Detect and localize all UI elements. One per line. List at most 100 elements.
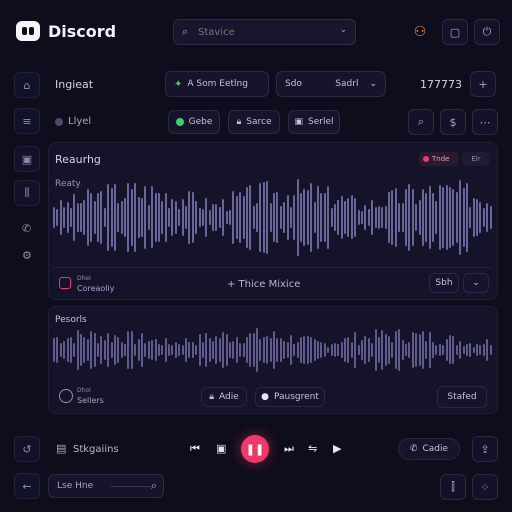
chart-icon[interactable]: ⫼ bbox=[14, 180, 40, 206]
waveform-two[interactable] bbox=[53, 325, 493, 375]
counter-value: 177773 bbox=[420, 78, 462, 91]
add-mix-link[interactable]: + Thice Mixice bbox=[227, 279, 300, 290]
waveform-bar bbox=[428, 185, 431, 250]
waveform-bar bbox=[438, 344, 441, 356]
history-icon[interactable]: ↺ bbox=[14, 436, 40, 462]
waveform-bar bbox=[117, 336, 120, 364]
skip-back-icon[interactable]: ⏮ bbox=[190, 442, 200, 456]
text-format-button[interactable]: ⫿ bbox=[440, 474, 466, 500]
home-icon[interactable]: ⌂ bbox=[14, 72, 40, 98]
waveform-bar bbox=[489, 206, 492, 229]
panel-two-right-button[interactable]: Stafed bbox=[437, 386, 487, 408]
waveform-bar bbox=[377, 337, 380, 363]
footer-input[interactable]: Lse Hne ⌕ bbox=[48, 474, 164, 498]
share-button[interactable]: ⇪ bbox=[472, 436, 498, 462]
waveform-bar bbox=[259, 183, 262, 252]
add-button[interactable]: + bbox=[470, 71, 496, 97]
waveform-bar bbox=[134, 183, 137, 252]
waveform-bar bbox=[472, 198, 475, 237]
waveform-bar bbox=[174, 201, 177, 234]
waveform-bar bbox=[371, 200, 374, 235]
app-title: Discord bbox=[48, 22, 117, 41]
waveform-bar bbox=[171, 345, 174, 355]
waveform-bar bbox=[445, 338, 448, 362]
waveform-bar bbox=[100, 190, 103, 245]
back-icon[interactable]: ← bbox=[14, 473, 40, 499]
panel-two-right-button-label: Stafed bbox=[447, 392, 477, 402]
panel-one-right-button[interactable]: Sbh bbox=[429, 273, 459, 293]
waveform-bar bbox=[388, 336, 391, 364]
search-button[interactable]: ⌕ bbox=[408, 109, 434, 135]
chip-sarce[interactable]: 🔒︎ Sarce bbox=[228, 110, 280, 134]
chip-gebe[interactable]: Gebe bbox=[168, 110, 220, 134]
waveform-bar bbox=[154, 193, 157, 242]
search-input[interactable] bbox=[198, 24, 328, 40]
waveform-bar bbox=[198, 333, 201, 367]
panel-two-action-two[interactable]: ● Pausgrent bbox=[255, 387, 325, 407]
waveform-bar bbox=[354, 332, 357, 368]
waveform-bar bbox=[113, 335, 116, 365]
waveform-bar bbox=[320, 342, 323, 358]
player-right-button[interactable]: ✆ Cadie bbox=[398, 438, 460, 460]
waveform-bar bbox=[137, 339, 140, 361]
waveform-bar bbox=[401, 202, 404, 233]
waveform-bar bbox=[80, 203, 83, 232]
video-icon[interactable]: ▶ bbox=[333, 442, 341, 455]
waveform-bar bbox=[279, 206, 282, 229]
waveform-bar bbox=[86, 188, 89, 247]
waveform-bar bbox=[76, 202, 79, 233]
waveform-bar bbox=[83, 200, 86, 235]
waveform-bar bbox=[130, 188, 133, 247]
waveform-bar bbox=[188, 190, 191, 245]
waveform-bar bbox=[377, 205, 380, 230]
phone-icon[interactable]: ✆ bbox=[22, 222, 31, 235]
waveform-bar bbox=[293, 343, 296, 357]
bag-icon[interactable]: ▣ bbox=[14, 146, 40, 172]
inbox-icon[interactable]: ▢ bbox=[442, 19, 468, 45]
chip-sarce-label: Sarce bbox=[246, 117, 272, 127]
waveform-bar bbox=[195, 200, 198, 235]
waveform-bar bbox=[53, 338, 55, 362]
waveform-bar bbox=[449, 187, 451, 248]
repeat-icon[interactable]: ⇋ bbox=[308, 442, 317, 455]
list-icon[interactable]: ≡ bbox=[14, 108, 40, 134]
player-left-label[interactable]: Stkgaiins bbox=[73, 444, 119, 455]
badge-plain[interactable]: Elr bbox=[462, 152, 490, 166]
settings-icon[interactable]: ⚙ bbox=[22, 249, 32, 262]
waveform-bar bbox=[97, 193, 99, 242]
waveform-bar bbox=[161, 345, 164, 355]
waveform-bar bbox=[300, 336, 303, 364]
panel-two-item-sub: Sellers bbox=[77, 396, 104, 405]
phone-icon: ✆ bbox=[409, 444, 418, 454]
more-button[interactable]: ⋯ bbox=[472, 109, 498, 135]
waveform-bar bbox=[66, 337, 69, 363]
waveform-bar bbox=[347, 336, 350, 364]
user-icon[interactable]: ⚇ bbox=[410, 22, 430, 42]
waveform-bar bbox=[178, 343, 181, 357]
waveform-bar bbox=[144, 343, 147, 357]
badge-red[interactable]: Tnde bbox=[419, 152, 459, 166]
lock-icon: 🔒︎ bbox=[209, 392, 215, 402]
waveform-bar bbox=[262, 181, 265, 254]
chip-serlel[interactable]: ▣ Serlel bbox=[288, 110, 340, 134]
waveform-bar bbox=[242, 196, 245, 239]
skip-forward-icon[interactable]: ⏭ bbox=[284, 442, 294, 456]
pause-button[interactable]: ❚❚ bbox=[241, 435, 269, 463]
waveform-bar bbox=[181, 199, 184, 236]
waveform-one[interactable] bbox=[53, 175, 493, 260]
queue-icon[interactable]: ▣ bbox=[216, 442, 226, 455]
track-icon bbox=[59, 277, 71, 289]
power-icon[interactable]: ⏻ bbox=[474, 19, 500, 45]
waveform-bar bbox=[398, 328, 401, 372]
search-bar[interactable]: ⌕ ⌄ bbox=[173, 19, 356, 45]
panel-two-action-one[interactable]: 🔒︎ Adie bbox=[201, 387, 247, 407]
grid-button[interactable]: ⁘ bbox=[472, 474, 498, 500]
dollar-button[interactable]: $ bbox=[440, 109, 466, 135]
mode-button[interactable]: ✦ A Som Eetlng bbox=[165, 71, 269, 97]
waveform-bar bbox=[93, 332, 96, 368]
waveform-bar bbox=[479, 201, 482, 234]
waveform-bar bbox=[56, 209, 59, 226]
waveform-bar bbox=[347, 197, 350, 238]
sort-select[interactable]: Sdo Sadrl ⌄ bbox=[276, 71, 386, 97]
panel-one-expand-button[interactable]: ⌄ bbox=[463, 273, 489, 293]
